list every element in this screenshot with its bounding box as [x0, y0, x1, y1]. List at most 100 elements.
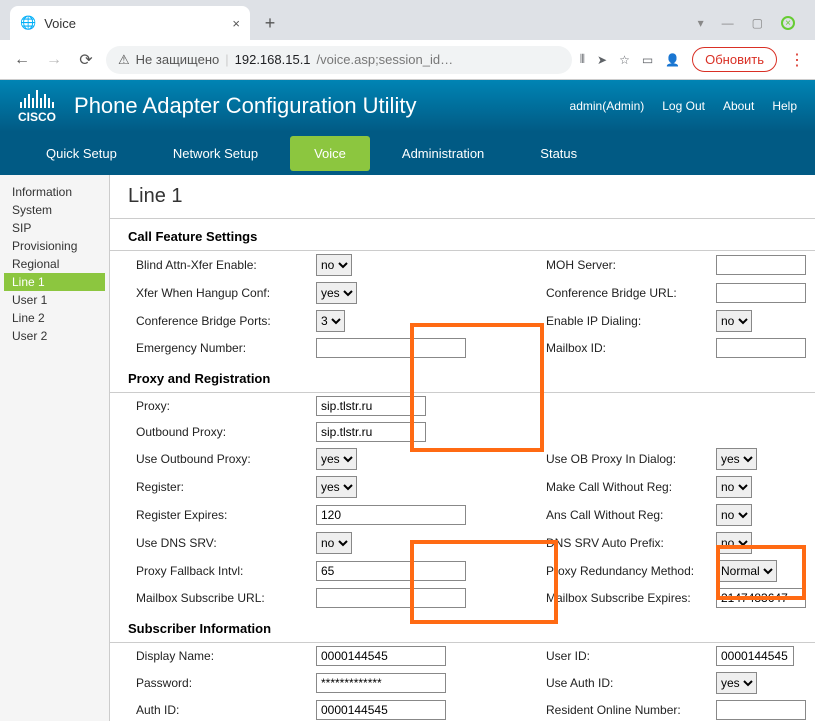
select-use-auth-id[interactable]: yes — [716, 672, 757, 694]
translate-icon[interactable]: ⦀ — [580, 52, 585, 67]
label-xfer-hangup: Xfer When Hangup Conf: — [136, 286, 316, 300]
section-proxy: Proxy and Registration — [110, 361, 815, 393]
input-password[interactable] — [316, 673, 446, 693]
close-icon[interactable]: × — [232, 16, 240, 31]
sidebar-item-sip[interactable]: SIP — [4, 219, 105, 237]
main-panel: Line 1 Call Feature Settings Blind Attn-… — [110, 175, 815, 721]
input-register-expires[interactable] — [316, 505, 466, 525]
label-emergency: Emergency Number: — [136, 341, 316, 355]
select-enable-ip-dial[interactable]: no — [716, 310, 752, 332]
select-blind-xfer[interactable]: no — [316, 254, 352, 276]
input-moh[interactable] — [716, 255, 806, 275]
select-conf-ports[interactable]: 3 — [316, 310, 345, 332]
input-resident-online[interactable] — [716, 700, 806, 720]
insecure-label: Не защищено — [136, 52, 220, 67]
reload-button[interactable]: ⟳ — [74, 48, 98, 72]
input-mailbox-id[interactable] — [716, 338, 806, 358]
browser-tab-bar: 🌐 Voice × + ▾ — ▢ × — [0, 0, 815, 40]
admin-link[interactable]: admin(Admin) — [570, 99, 645, 113]
label-mailbox-id: Mailbox ID: — [546, 341, 716, 355]
sidebar-item-information[interactable]: Information — [4, 183, 105, 201]
label-ans-call-woreg: Ans Call Without Reg: — [546, 508, 716, 522]
input-emergency[interactable] — [316, 338, 466, 358]
sidebar-item-line2[interactable]: Line 2 — [4, 309, 105, 327]
label-proxy-redundancy: Proxy Redundancy Method: — [546, 564, 716, 578]
select-register[interactable]: yes — [316, 476, 357, 498]
window-spacer-icon: ▾ — [698, 16, 704, 30]
label-use-ob-dialog: Use OB Proxy In Dialog: — [546, 452, 716, 466]
minimize-icon[interactable]: — — [722, 16, 734, 30]
nav-administration[interactable]: Administration — [378, 136, 508, 171]
panel-icon[interactable]: ▭ — [642, 53, 653, 67]
browser-tab[interactable]: 🌐 Voice × — [10, 6, 250, 40]
maximize-icon[interactable]: ▢ — [752, 16, 763, 30]
label-outbound-proxy: Outbound Proxy: — [136, 425, 316, 439]
kebab-menu-icon[interactable]: ⋮ — [789, 50, 805, 70]
back-button[interactable]: ← — [10, 48, 34, 72]
label-use-auth-id: Use Auth ID: — [546, 676, 716, 690]
logout-link[interactable]: Log Out — [662, 99, 705, 113]
profile-icon[interactable]: 👤 — [665, 53, 680, 67]
url-box[interactable]: ⚠ Не защищено | 192.168.15.1/voice.asp;s… — [106, 46, 572, 74]
logo-text: CISCO — [18, 110, 56, 124]
label-auth-id: Auth ID: — [136, 703, 316, 717]
share-icon[interactable]: ➤ — [597, 53, 607, 67]
select-xfer-hangup[interactable]: yes — [316, 282, 357, 304]
nav-network-setup[interactable]: Network Setup — [149, 136, 282, 171]
input-mailbox-sub-exp[interactable] — [716, 588, 806, 608]
select-make-call-woreg[interactable]: no — [716, 476, 752, 498]
nav-voice[interactable]: Voice — [290, 136, 370, 171]
input-conf-bridge-url[interactable] — [716, 283, 806, 303]
input-mailbox-sub-url[interactable] — [316, 588, 466, 608]
sidebar-item-user2[interactable]: User 2 — [4, 327, 105, 345]
label-mailbox-sub-url: Mailbox Subscribe URL: — [136, 591, 316, 605]
input-outbound-proxy[interactable] — [316, 422, 426, 442]
sidebar-item-provisioning[interactable]: Provisioning — [4, 237, 105, 255]
sidebar-item-user1[interactable]: User 1 — [4, 291, 105, 309]
label-use-dns-srv: Use DNS SRV: — [136, 536, 316, 550]
help-link[interactable]: Help — [772, 99, 797, 113]
select-use-ob-dialog[interactable]: yes — [716, 448, 757, 470]
label-password: Password: — [136, 676, 316, 690]
sidebar-item-regional[interactable]: Regional — [4, 255, 105, 273]
section-call-feature: Call Feature Settings — [110, 219, 815, 251]
sidebar-item-system[interactable]: System — [4, 201, 105, 219]
sidebar-item-line1[interactable]: Line 1 — [4, 273, 105, 291]
input-proxy-fallback[interactable] — [316, 561, 466, 581]
app-title: Phone Adapter Configuration Utility — [74, 93, 416, 119]
main-nav: Quick Setup Network Setup Voice Administ… — [0, 132, 815, 175]
page-title: Line 1 — [110, 175, 815, 219]
label-proxy: Proxy: — [136, 399, 316, 413]
url-path: /voice.asp;session_id… — [317, 52, 454, 67]
select-use-outbound-proxy[interactable]: yes — [316, 448, 357, 470]
label-conf-ports: Conference Bridge Ports: — [136, 314, 316, 328]
select-dns-srv-prefix[interactable]: no — [716, 532, 752, 554]
section-subscriber: Subscriber Information — [110, 611, 815, 643]
label-blind-xfer: Blind Attn-Xfer Enable: — [136, 258, 316, 272]
select-proxy-redundancy[interactable]: Normal — [716, 560, 777, 582]
label-make-call-woreg: Make Call Without Reg: — [546, 480, 716, 494]
label-resident-online: Resident Online Number: — [546, 703, 716, 717]
label-register-expires: Register Expires: — [136, 508, 316, 522]
app-header: CISCO Phone Adapter Configuration Utilit… — [0, 80, 815, 132]
forward-button[interactable]: → — [42, 48, 66, 72]
window-close-icon[interactable]: × — [781, 16, 795, 30]
input-display-name[interactable] — [316, 646, 446, 666]
label-enable-ip-dial: Enable IP Dialing: — [546, 314, 716, 328]
about-link[interactable]: About — [723, 99, 754, 113]
select-ans-call-woreg[interactable]: no — [716, 504, 752, 526]
new-tab-button[interactable]: + — [256, 9, 284, 37]
nav-quick-setup[interactable]: Quick Setup — [22, 136, 141, 171]
cisco-logo: CISCO — [18, 88, 56, 124]
select-use-dns-srv[interactable]: no — [316, 532, 352, 554]
nav-status[interactable]: Status — [516, 136, 601, 171]
window-controls: ▾ — ▢ × — [678, 6, 815, 40]
label-moh: MOH Server: — [546, 258, 716, 272]
input-proxy[interactable] — [316, 396, 426, 416]
bookmark-icon[interactable]: ☆ — [619, 53, 630, 67]
input-user-id[interactable] — [716, 646, 794, 666]
label-register: Register: — [136, 480, 316, 494]
input-auth-id[interactable] — [316, 700, 446, 720]
update-button[interactable]: Обновить — [692, 47, 777, 72]
label-use-outbound-proxy: Use Outbound Proxy: — [136, 452, 316, 466]
